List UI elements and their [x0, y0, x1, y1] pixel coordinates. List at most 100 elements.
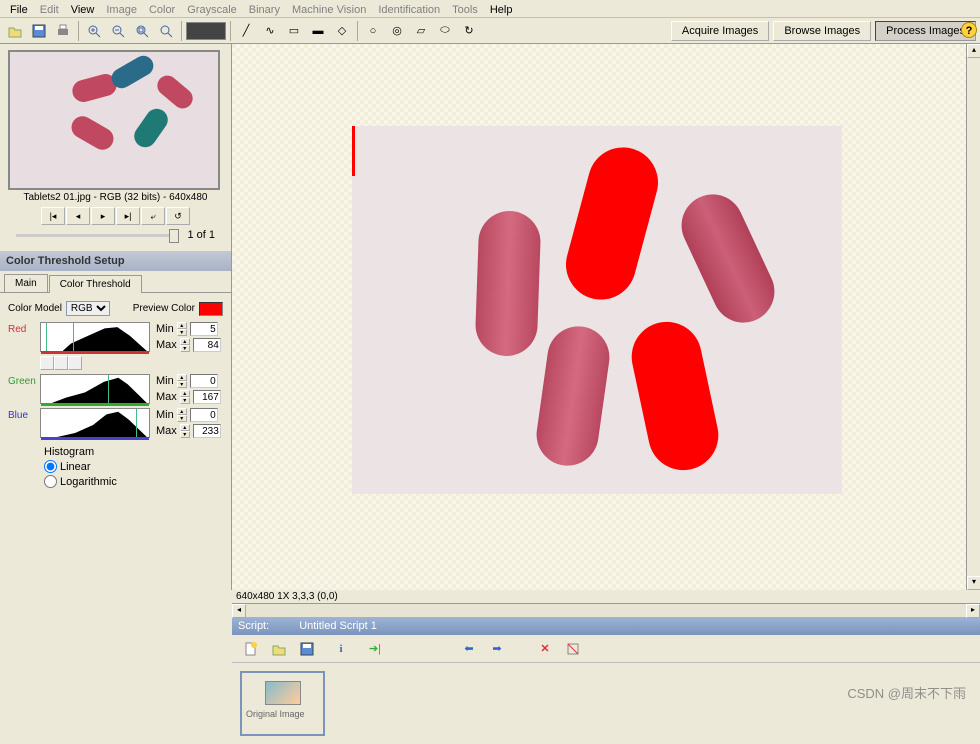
scroll-up-button[interactable]: ▴: [967, 44, 980, 58]
script-info-icon[interactable]: i: [330, 638, 352, 660]
red-min-input[interactable]: [190, 322, 218, 336]
watermark: CSDN @周末不下雨: [847, 683, 966, 702]
script-step-original[interactable]: Original Image: [240, 671, 325, 736]
tab-color-threshold[interactable]: Color Threshold: [49, 275, 142, 293]
rect-fill-tool-icon[interactable]: ▬: [307, 20, 329, 42]
script-save-icon[interactable]: [296, 638, 318, 660]
green-label: Green: [8, 374, 40, 387]
next-frame-button[interactable]: ▸: [91, 207, 115, 225]
blue-min-down[interactable]: ▾: [177, 415, 187, 422]
script-prev-step-icon[interactable]: ⬅: [458, 638, 480, 660]
main-image: [352, 126, 842, 494]
menu-help[interactable]: Help: [484, 2, 519, 15]
scroll-down-button[interactable]: ▾: [967, 576, 980, 590]
panel-title: Color Threshold Setup: [0, 251, 231, 271]
blue-min-up[interactable]: ▴: [177, 408, 187, 415]
green-min-input[interactable]: [190, 374, 218, 388]
menu-machine-vision[interactable]: Machine Vision: [286, 2, 372, 15]
ring-tool-icon[interactable]: ◎: [386, 20, 408, 42]
blue-min-input[interactable]: [190, 408, 218, 422]
tab-main[interactable]: Main: [4, 274, 48, 292]
blue-max-input[interactable]: [193, 424, 221, 438]
polyline-tool-icon[interactable]: ∿: [259, 20, 281, 42]
menu-color[interactable]: Color: [143, 2, 181, 15]
menu-bar: File Edit View Image Color Grayscale Bin…: [0, 0, 980, 18]
red-segment-a-button[interactable]: [40, 356, 54, 370]
script-step-label: Original Image: [246, 709, 319, 719]
save-icon[interactable]: [28, 20, 50, 42]
green-max-down[interactable]: ▾: [180, 397, 190, 404]
red-min-down[interactable]: ▾: [177, 329, 187, 336]
menu-file[interactable]: File: [4, 2, 34, 15]
red-max-down[interactable]: ▾: [180, 345, 190, 352]
red-segment-c-button[interactable]: [68, 356, 82, 370]
curve-button[interactable]: ⤶: [141, 207, 165, 225]
script-step-thumbnail: [265, 681, 301, 705]
script-run-icon[interactable]: ➔|: [364, 638, 386, 660]
script-open-icon[interactable]: [268, 638, 290, 660]
zoom-1to1-icon[interactable]: [155, 20, 177, 42]
red-min-up[interactable]: ▴: [177, 322, 187, 329]
color-picker[interactable]: [186, 22, 226, 40]
frame-slider[interactable]: [16, 234, 179, 237]
script-delete-icon[interactable]: ✕: [534, 638, 556, 660]
script-new-icon[interactable]: [240, 638, 262, 660]
preview-color-swatch[interactable]: [199, 302, 223, 316]
zoom-fit-icon[interactable]: [131, 20, 153, 42]
menu-binary[interactable]: Binary: [243, 2, 286, 15]
rotated-rect-tool-icon[interactable]: ◇: [331, 20, 353, 42]
green-min-down[interactable]: ▾: [177, 381, 187, 388]
preview-color-label: Preview Color: [133, 303, 195, 314]
green-max-up[interactable]: ▴: [180, 390, 190, 397]
menu-image[interactable]: Image: [100, 2, 143, 15]
menu-edit[interactable]: Edit: [34, 2, 65, 15]
green-histogram[interactable]: [40, 374, 150, 404]
menu-view[interactable]: View: [65, 2, 101, 15]
zoom-out-icon[interactable]: [107, 20, 129, 42]
open-icon[interactable]: [4, 20, 26, 42]
script-next-step-icon[interactable]: ➡: [486, 638, 508, 660]
color-model-select[interactable]: RGB: [66, 301, 110, 316]
red-segment-b-button[interactable]: [54, 356, 68, 370]
red-label: Red: [8, 322, 40, 335]
zoom-in-icon[interactable]: [83, 20, 105, 42]
green-max-input[interactable]: [193, 390, 221, 404]
rect-tool-icon[interactable]: ▭: [283, 20, 305, 42]
image-canvas[interactable]: ▴ ▾: [232, 44, 980, 590]
print-icon[interactable]: [52, 20, 74, 42]
blue-max-up[interactable]: ▴: [180, 424, 190, 431]
script-clear-icon[interactable]: [562, 638, 584, 660]
menu-tools[interactable]: Tools: [446, 2, 484, 15]
horizontal-scrollbar[interactable]: [246, 604, 966, 617]
red-max-input[interactable]: [193, 338, 221, 352]
blue-histogram[interactable]: [40, 408, 150, 438]
ellipse-tool-icon[interactable]: ○: [362, 20, 384, 42]
menu-identification[interactable]: Identification: [372, 2, 446, 15]
red-max-up[interactable]: ▴: [180, 338, 190, 345]
green-min-up[interactable]: ▴: [177, 374, 187, 381]
sidebar: Tablets2 01.jpg - RGB (32 bits) - 640x48…: [0, 44, 232, 590]
color-model-label: Color Model: [8, 303, 62, 314]
blue-max-down[interactable]: ▾: [180, 431, 190, 438]
last-frame-button[interactable]: ▸|: [116, 207, 140, 225]
help-icon[interactable]: ?: [961, 22, 977, 38]
loop-button[interactable]: ↺: [166, 207, 190, 225]
browse-images-button[interactable]: Browse Images: [773, 21, 871, 41]
scroll-left-button[interactable]: ◂: [232, 604, 246, 618]
polygon-tool-icon[interactable]: ▱: [410, 20, 432, 42]
freehand-tool-icon[interactable]: ⬭: [434, 20, 456, 42]
scroll-right-button[interactable]: ▸: [966, 604, 980, 618]
prev-frame-button[interactable]: ◂: [66, 207, 90, 225]
linear-radio[interactable]: [44, 460, 57, 473]
histogram-scale-label: Histogram: [44, 446, 223, 458]
logarithmic-radio[interactable]: [44, 475, 57, 488]
acquire-images-button[interactable]: Acquire Images: [671, 21, 769, 41]
first-frame-button[interactable]: |◂: [41, 207, 65, 225]
red-histogram[interactable]: [40, 322, 150, 352]
status-bar: 640x480 1X 3,3,3 (0,0): [232, 590, 980, 603]
script-name: Untitled Script 1: [299, 620, 377, 632]
menu-grayscale[interactable]: Grayscale: [181, 2, 243, 15]
rotate-tool-icon[interactable]: ↻: [458, 20, 480, 42]
thumbnail-caption: Tablets2 01.jpg - RGB (32 bits) - 640x48…: [8, 190, 223, 205]
line-tool-icon[interactable]: ╱: [235, 20, 257, 42]
